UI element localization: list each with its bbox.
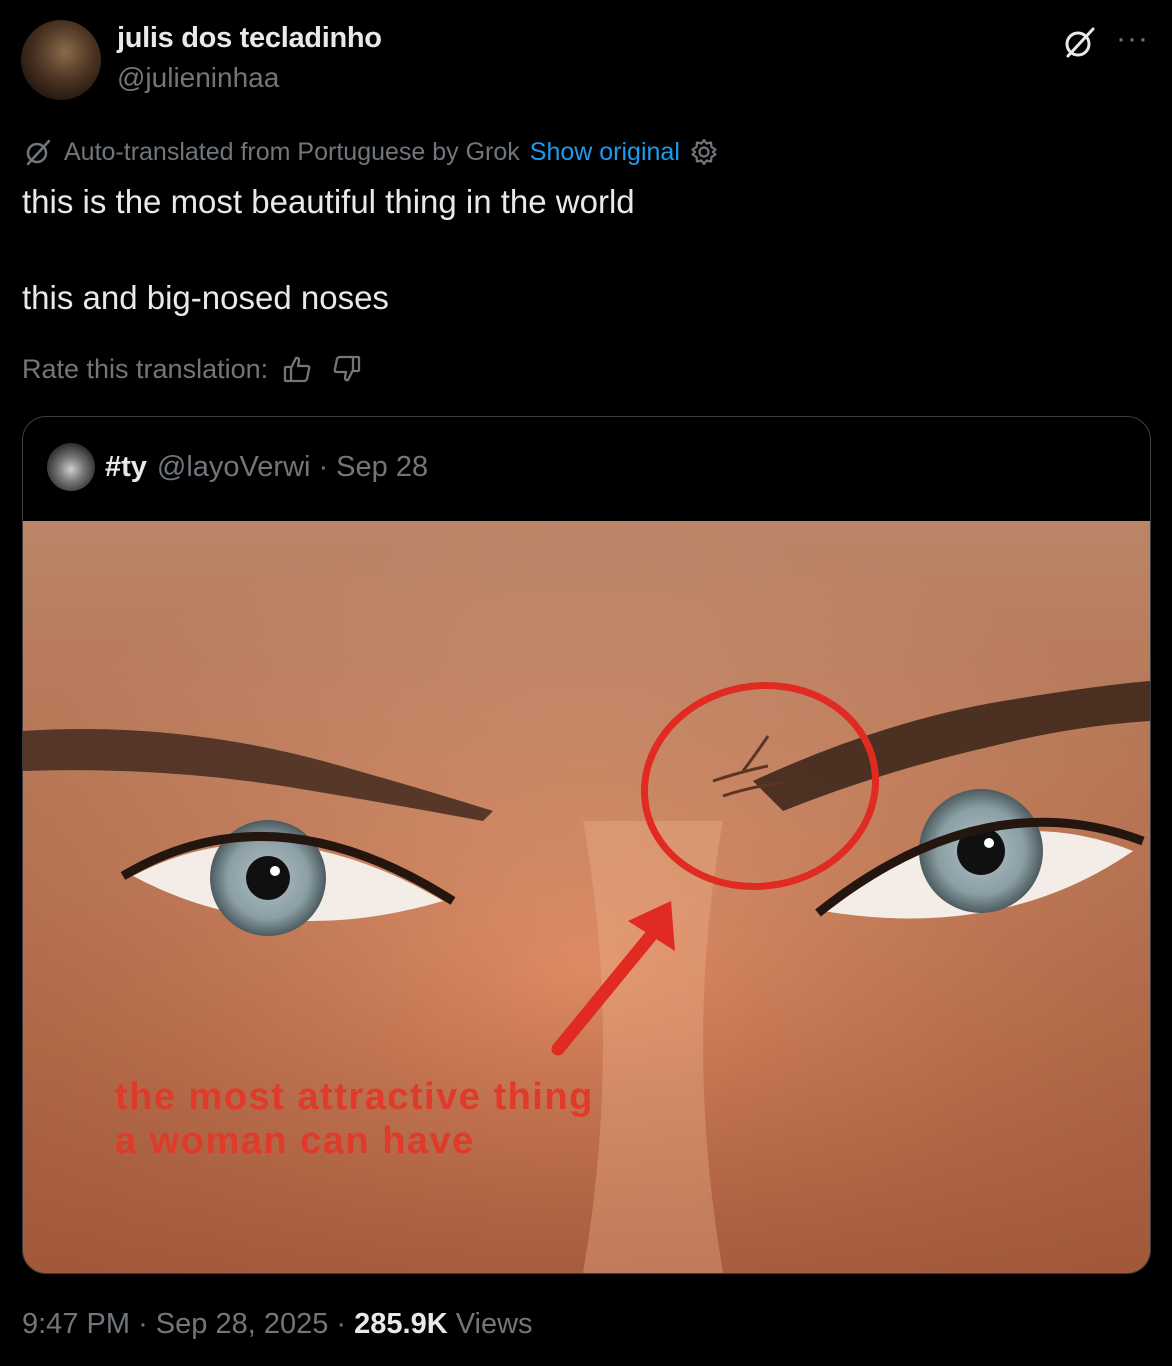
tweet-line-1: this is the most beautiful thing in the … [22, 183, 635, 220]
translation-notice-text: Auto-translated from Portuguese by Grok [64, 137, 520, 166]
rate-translation: Rate this translation: [22, 352, 364, 386]
views-label: Views [455, 1308, 533, 1340]
quoted-tweet-card[interactable]: #ty @layoVerwi · Sep 28 the most attract… [22, 416, 1151, 1274]
show-original-link[interactable]: Show original [530, 138, 680, 167]
quoted-tweet-image[interactable]: the most attractive thing a woman can ha… [23, 521, 1150, 1273]
views-count: 285.9K [354, 1308, 448, 1340]
author-avatar[interactable] [21, 20, 101, 100]
footer-separator-1: · [138, 1308, 148, 1340]
more-options-button[interactable]: ··· [1116, 22, 1149, 56]
tweet-footer: 9:47 PM · Sep 28, 2025 · 285.9K Views [22, 1308, 533, 1341]
tweet-text: this is the most beautiful thing in the … [22, 178, 635, 322]
image-caption-line-1: the most attractive thing [115, 1076, 594, 1118]
author-display-name[interactable]: julis dos tecladinho [117, 22, 382, 55]
author-handle[interactable]: @julieninhaa [117, 62, 279, 94]
settings-gear-icon[interactable] [688, 136, 720, 168]
rate-translation-label: Rate this translation: [22, 353, 269, 384]
tweet-date[interactable]: Sep 28, 2025 [156, 1308, 329, 1340]
thumbs-up-icon[interactable] [280, 352, 314, 386]
quoted-separator: · [318, 450, 329, 483]
quoted-tweet-header: #ty @layoVerwi · Sep 28 [47, 441, 428, 493]
quoted-author-name[interactable]: #ty [105, 451, 147, 484]
tweet-line-2: this and big-nosed noses [22, 279, 389, 316]
translation-notice: Auto-translated from Portuguese by Grok … [22, 136, 720, 168]
quoted-date[interactable]: Sep 28 [336, 451, 428, 484]
footer-separator-2: · [336, 1308, 347, 1340]
image-caption-line-2: a woman can have [115, 1120, 475, 1162]
quoted-author-handle[interactable]: @layoVerwi [157, 451, 311, 484]
thumbs-down-icon[interactable] [330, 352, 364, 386]
grok-icon[interactable] [1062, 24, 1098, 60]
tweet-time[interactable]: 9:47 PM [22, 1308, 130, 1340]
quoted-author-avatar[interactable] [47, 443, 95, 491]
grok-small-icon [26, 139, 51, 166]
